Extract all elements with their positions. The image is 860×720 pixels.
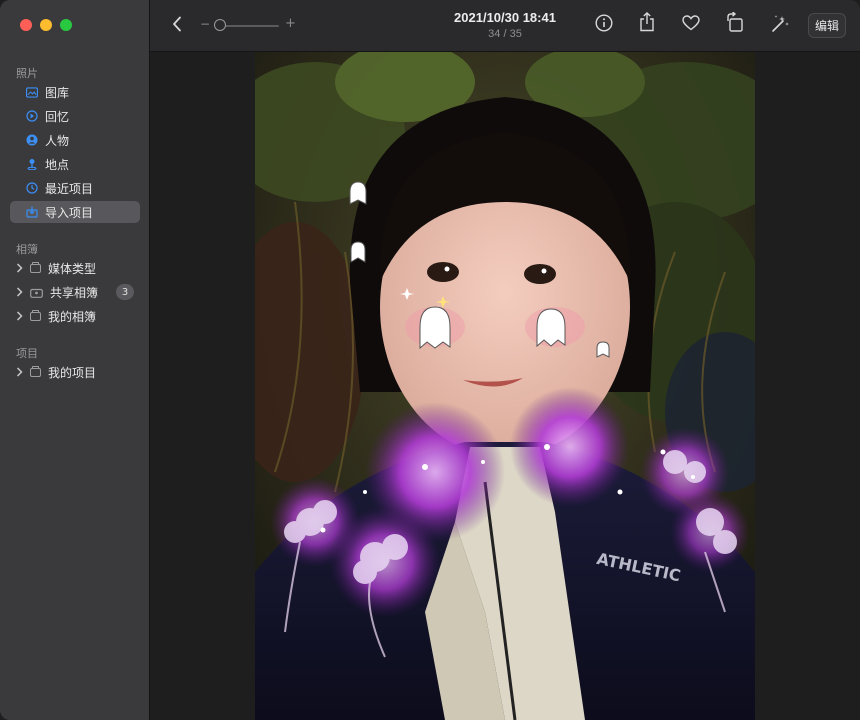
portrait-photo: ATHLETIC bbox=[255, 52, 755, 720]
sidebar-item-label: 最近项目 bbox=[45, 181, 94, 196]
sidebar-item-label: 共享相簿 bbox=[50, 285, 99, 300]
auto-enhance-button[interactable] bbox=[769, 14, 791, 36]
chevron-right-icon[interactable] bbox=[14, 263, 24, 273]
info-icon bbox=[595, 14, 613, 36]
sidebar-item-my-projects[interactable]: 我的项目 bbox=[10, 361, 140, 383]
photos-window: 照片 图库 回忆 人物 地点 最近项目 导入项目 相簿 媒体类型 共享相簿 3 … bbox=[0, 0, 860, 720]
folder-icon bbox=[30, 309, 41, 321]
shared-folder-icon bbox=[30, 286, 43, 298]
edit-button[interactable]: 编辑 bbox=[808, 13, 846, 38]
sidebar-item-label: 图库 bbox=[45, 85, 70, 100]
section-title-albums[interactable]: 相簿 bbox=[16, 241, 38, 257]
chevron-right-icon[interactable] bbox=[14, 311, 24, 321]
sidebar-item-shared-albums[interactable]: 共享相簿 3 bbox=[10, 281, 140, 303]
memories-icon bbox=[26, 110, 38, 122]
rotate-icon bbox=[726, 11, 744, 36]
zoom-in-icon[interactable]: + bbox=[285, 16, 296, 31]
folder-icon bbox=[30, 365, 41, 377]
sidebar-item-label: 媒体类型 bbox=[48, 261, 97, 276]
back-chevron-icon bbox=[172, 16, 182, 36]
folder-icon bbox=[30, 261, 41, 273]
zoom-slider-knob[interactable] bbox=[214, 19, 227, 31]
recents-clock-icon bbox=[26, 182, 38, 194]
zoom-out-icon[interactable]: − bbox=[200, 17, 210, 31]
sidebar-item-label: 回忆 bbox=[45, 109, 70, 124]
sidebar: 照片 图库 回忆 人物 地点 最近项目 导入项目 相簿 媒体类型 共享相簿 3 … bbox=[0, 0, 150, 720]
people-icon bbox=[26, 134, 38, 146]
places-pin-icon bbox=[26, 158, 38, 170]
window-controls bbox=[20, 19, 72, 31]
share-button[interactable] bbox=[637, 12, 657, 36]
sidebar-item-memories[interactable]: 回忆 bbox=[10, 105, 140, 127]
sidebar-item-label: 我的项目 bbox=[48, 365, 97, 380]
sidebar-item-label: 导入项目 bbox=[45, 205, 94, 220]
photo-image[interactable]: ATHLETIC bbox=[255, 52, 755, 720]
photo-position-counter: 34 / 35 bbox=[488, 28, 522, 40]
photo-viewer: ATHLETIC bbox=[150, 52, 860, 720]
section-title-photos[interactable]: 照片 bbox=[16, 65, 38, 81]
sidebar-item-label: 地点 bbox=[45, 157, 70, 172]
back-button[interactable] bbox=[168, 15, 186, 37]
sidebar-item-media-types[interactable]: 媒体类型 bbox=[10, 257, 140, 279]
share-icon bbox=[639, 12, 655, 36]
magic-wand-icon bbox=[770, 13, 790, 37]
sidebar-item-places[interactable]: 地点 bbox=[10, 153, 140, 175]
sidebar-item-my-albums[interactable]: 我的相簿 bbox=[10, 305, 140, 327]
chevron-right-icon[interactable] bbox=[14, 287, 24, 297]
sidebar-item-label: 我的相簿 bbox=[48, 309, 97, 324]
rotate-button[interactable] bbox=[724, 11, 746, 36]
info-button[interactable] bbox=[594, 14, 614, 36]
sidebar-item-imports[interactable]: 导入项目 bbox=[10, 201, 140, 223]
zoom-slider[interactable] bbox=[217, 25, 279, 27]
chevron-right-icon[interactable] bbox=[14, 367, 24, 377]
photo-date-title: 2021/10/30 18:41 bbox=[454, 10, 556, 25]
minimize-window-button[interactable] bbox=[40, 19, 52, 31]
heart-icon bbox=[682, 15, 700, 35]
close-window-button[interactable] bbox=[20, 19, 32, 31]
import-icon bbox=[26, 206, 38, 218]
sidebar-item-recents[interactable]: 最近项目 bbox=[10, 177, 140, 199]
photos-grid-icon bbox=[26, 86, 38, 98]
toolbar: − + 2021/10/30 18:41 34 / 35 编辑 bbox=[150, 0, 860, 52]
sidebar-item-library[interactable]: 图库 bbox=[10, 81, 140, 103]
count-badge: 3 bbox=[116, 284, 134, 300]
favorite-button[interactable] bbox=[680, 15, 702, 35]
section-title-projects[interactable]: 项目 bbox=[16, 345, 38, 361]
fullscreen-window-button[interactable] bbox=[60, 19, 72, 31]
sidebar-item-people[interactable]: 人物 bbox=[10, 129, 140, 151]
sidebar-item-label: 人物 bbox=[45, 133, 70, 148]
